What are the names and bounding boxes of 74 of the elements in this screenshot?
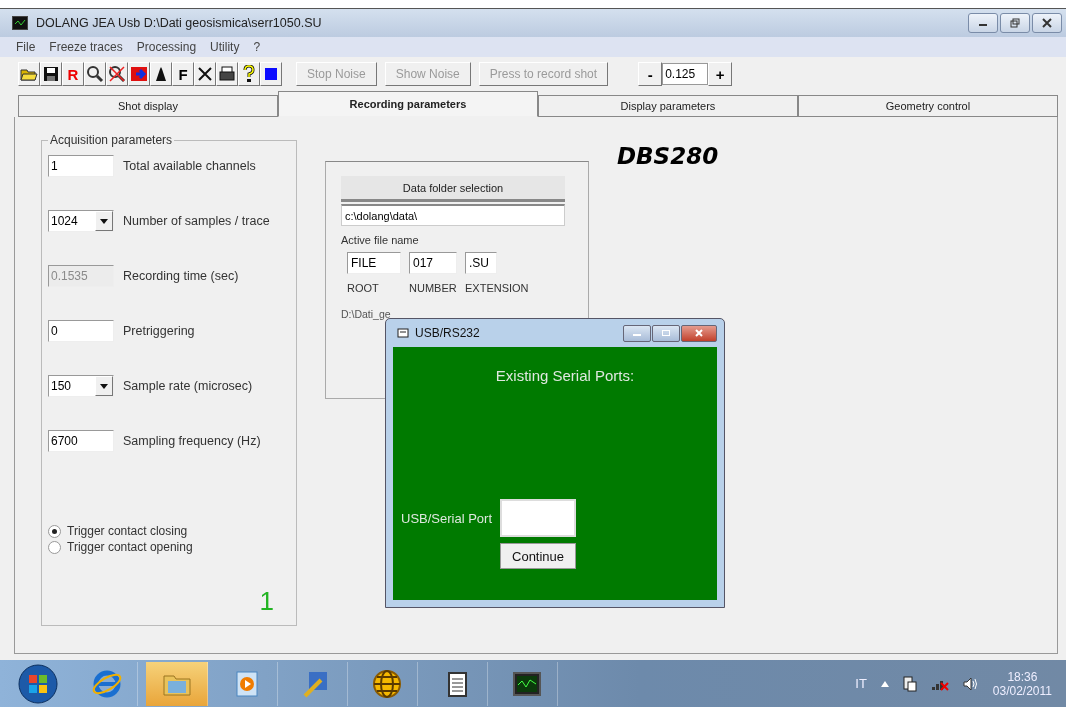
printer-icon[interactable] bbox=[216, 62, 238, 86]
input-field[interactable]: 1 bbox=[48, 155, 114, 177]
toolbar-button[interactable]: F bbox=[172, 62, 194, 86]
field-caption: NUMBER bbox=[409, 282, 457, 294]
counter-value: 1 bbox=[259, 586, 274, 617]
plug-icon bbox=[397, 328, 409, 338]
caret-icon bbox=[100, 383, 108, 389]
radio-option[interactable]: Trigger contact closing bbox=[48, 524, 296, 538]
magnifier-icon[interactable] bbox=[84, 62, 106, 86]
field-label: Recording time (sec) bbox=[123, 269, 239, 283]
restore-icon bbox=[1010, 18, 1020, 28]
tab[interactable]: Geometry control bbox=[798, 95, 1058, 117]
caret-icon[interactable] bbox=[880, 680, 889, 687]
field-label: Active file name bbox=[341, 234, 419, 246]
square-icon[interactable] bbox=[260, 62, 282, 86]
logo-text: DBS280 bbox=[617, 143, 719, 169]
radio-button[interactable] bbox=[48, 540, 61, 554]
radio-button[interactable] bbox=[48, 524, 61, 538]
folder-field[interactable]: c:\dolang\data\ bbox=[341, 204, 565, 226]
speaker-icon[interactable] bbox=[962, 676, 979, 691]
close-icon bbox=[695, 329, 703, 337]
radio-option[interactable]: Trigger contact opening bbox=[48, 540, 296, 554]
close-icon bbox=[1042, 18, 1052, 28]
field-label: Total available channels bbox=[123, 159, 256, 173]
tab[interactable]: Recording parameters bbox=[278, 91, 538, 117]
input-field[interactable]: 0 bbox=[48, 320, 114, 342]
decrease-button[interactable]: - bbox=[638, 62, 663, 86]
continue-button[interactable]: Continue bbox=[500, 543, 577, 569]
maximize-button[interactable] bbox=[652, 324, 680, 342]
port-field[interactable] bbox=[500, 499, 577, 537]
close-button[interactable] bbox=[1032, 13, 1062, 33]
maximize-icon bbox=[662, 330, 670, 336]
start-button[interactable] bbox=[18, 663, 58, 704]
floppy-icon[interactable] bbox=[40, 62, 62, 86]
menu-item[interactable]: Utility bbox=[210, 40, 240, 54]
dialog-heading: Existing Serial Ports: bbox=[495, 367, 635, 384]
dialog-title: USB/RS232 bbox=[415, 326, 481, 340]
dropdown[interactable]: 1024 bbox=[48, 210, 114, 232]
field-label: Pretriggering bbox=[123, 324, 195, 338]
open-folder-icon[interactable] bbox=[18, 62, 40, 86]
cross-icon[interactable] bbox=[194, 62, 216, 86]
help-icon[interactable] bbox=[238, 62, 260, 86]
menu-item[interactable]: Freeze traces bbox=[49, 40, 123, 54]
menu-item[interactable]: File bbox=[16, 40, 36, 54]
increase-button[interactable]: + bbox=[708, 62, 733, 86]
field-label: USB/Serial Port bbox=[401, 511, 493, 526]
menu-item[interactable]: Processing bbox=[136, 40, 197, 54]
minimize-button[interactable] bbox=[968, 13, 998, 33]
folder-button[interactable]: Data folder selection bbox=[341, 176, 565, 202]
input-field[interactable]: 6700 bbox=[48, 430, 114, 452]
minimize-button[interactable] bbox=[623, 324, 651, 342]
field-label: Sample rate (microsec) bbox=[123, 379, 253, 393]
crossed-magnifier-icon[interactable] bbox=[106, 62, 128, 86]
restore-button[interactable] bbox=[1000, 13, 1030, 33]
field-label: Number of samples / trace bbox=[123, 214, 270, 228]
close-button[interactable] bbox=[681, 324, 717, 342]
input-field[interactable]: .SU bbox=[465, 252, 497, 274]
input-field[interactable]: 017 bbox=[409, 252, 457, 274]
caret-icon bbox=[100, 218, 108, 224]
tab[interactable]: Display parameters bbox=[538, 95, 798, 117]
monitor-icon bbox=[12, 16, 28, 30]
field-caption: EXTENSION bbox=[465, 282, 529, 294]
gain-field[interactable]: 0.125 bbox=[662, 63, 709, 85]
dropdown[interactable]: 150 bbox=[48, 375, 114, 397]
toolbar-button[interactable]: R bbox=[62, 62, 84, 86]
window-title: DOLANG JEA Usb D:\Dati geosismica\serr1050.SU bbox=[36, 16, 323, 30]
peak-icon[interactable] bbox=[150, 62, 172, 86]
path-text: D:\Dati_ge bbox=[341, 308, 391, 320]
menu-item[interactable]: ? bbox=[253, 40, 261, 54]
tab[interactable]: Shot display bbox=[18, 95, 278, 117]
field-caption: ROOT bbox=[347, 282, 380, 294]
input-field[interactable]: FILE bbox=[347, 252, 401, 274]
field-label: Sampling frequency (Hz) bbox=[123, 434, 261, 448]
group-title: Acquisition parameters bbox=[49, 133, 174, 147]
